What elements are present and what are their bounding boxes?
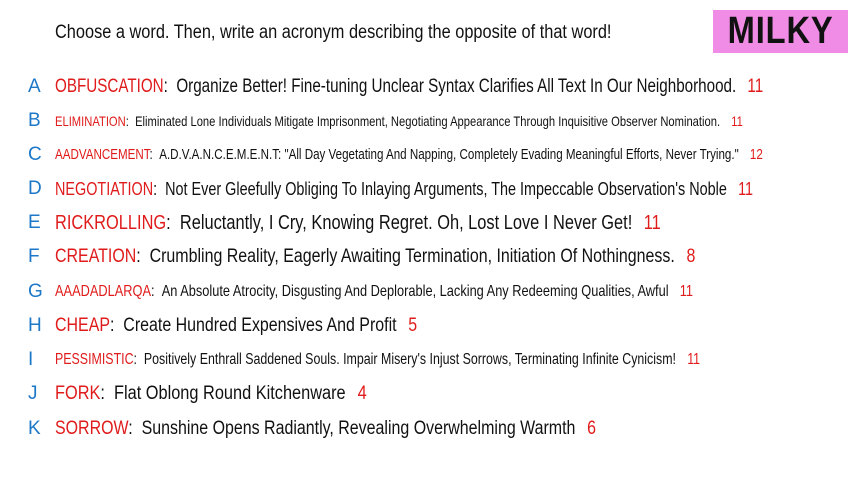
letter-count: 4 (357, 383, 367, 404)
acronym-row: B ELIMINATION: Eliminated Lone Individual… (0, 106, 853, 136)
row-line: AADVANCEMENT: A.D.V.A.N.C.E.M.E.N.T: "Al… (55, 140, 763, 170)
row-letter: C (28, 144, 42, 165)
source-word: OBFUSCATION (55, 76, 164, 97)
letter-count: 5 (408, 315, 418, 336)
letter-count: 11 (687, 351, 701, 368)
source-word: AAADADLARQA (55, 283, 152, 300)
letter-count: 11 (731, 113, 743, 129)
source-word: SORROW (55, 418, 129, 439)
row-letter: E (28, 212, 41, 233)
acronym-text: Not Ever Gleefully Obliging To Inlaying … (165, 179, 727, 199)
letter-count: 6 (587, 418, 597, 439)
letter-count: 8 (686, 246, 696, 267)
acronym-row: F CREATION: Crumbling Reality, Eagerly Aw… (0, 242, 853, 272)
acronym-row: D NEGOTIATION: Not Ever Gleefully Obligin… (0, 174, 853, 204)
acronym-row: G AAADADLARQA: An Absolute Atrocity, Disg… (0, 277, 853, 307)
separator-colon: : (133, 351, 144, 368)
row-letter: J (28, 383, 38, 404)
row-line: FORK: Flat Oblong Round Kitchenware 4 (55, 379, 367, 409)
separator-colon: : (136, 246, 150, 267)
separator-colon: : (125, 113, 136, 129)
row-letter: I (28, 349, 34, 370)
acronym-row: A OBFUSCATION: Organize Better! Fine-tuni… (0, 72, 853, 102)
source-word: FORK (55, 383, 101, 404)
instruction-text: Choose a word. Then, write an acronym de… (55, 22, 612, 43)
row-letter: H (28, 315, 42, 336)
row-line: SORROW: Sunshine Opens Radiantly, Reveal… (55, 414, 596, 444)
separator-colon: : (166, 212, 180, 234)
acronym-row: I PESSIMISTIC: Positively Enthrall Sadden… (0, 345, 853, 375)
source-word: ELIMINATION (55, 113, 126, 129)
acronym-text: Eliminated Lone Individuals Mitigate Imp… (135, 113, 721, 129)
source-word: CHEAP (55, 315, 110, 336)
acronym-row: C AADVANCEMENT: A.D.V.A.N.C.E.M.E.N.T: "A… (0, 140, 853, 170)
letter-count: 11 (747, 76, 764, 97)
row-letter: K (28, 418, 41, 439)
acronym-row: E RICKROLLING: Reluctantly, I Cry, Knowin… (0, 208, 853, 238)
acronym-row: J FORK: Flat Oblong Round Kitchenware 4 (0, 379, 853, 409)
separator-colon: : (100, 383, 115, 404)
row-line: RICKROLLING: Reluctantly, I Cry, Knowing… (55, 208, 661, 238)
letter-count: 11 (738, 179, 754, 199)
letter-count: 11 (679, 283, 694, 300)
acronym-text: Create Hundred Expensives And Profit (123, 315, 397, 336)
acronym-text: An Absolute Atrocity, Disgusting And Dep… (161, 283, 669, 300)
milky-badge: MILKY (713, 10, 848, 53)
row-letter: G (28, 281, 43, 302)
row-line: NEGOTIATION: Not Ever Gleefully Obliging… (55, 174, 753, 204)
separator-colon: : (151, 283, 162, 300)
row-line: OBFUSCATION: Organize Better! Fine-tunin… (55, 72, 763, 102)
acronym-text: Reluctantly, I Cry, Knowing Regret. Oh, … (179, 212, 633, 234)
source-word: AADVANCEMENT (55, 147, 150, 163)
separator-colon: : (128, 418, 142, 439)
acronym-text: Positively Enthrall Saddened Souls. Impa… (143, 351, 676, 368)
separator-colon: : (109, 315, 124, 336)
acronym-text: Crumbling Reality, Eagerly Awaiting Term… (149, 246, 675, 267)
source-word: CREATION (55, 246, 137, 267)
row-letter: F (28, 246, 40, 267)
source-word: PESSIMISTIC (55, 351, 134, 368)
row-line: AAADADLARQA: An Absolute Atrocity, Disgu… (55, 277, 693, 307)
separator-colon: : (153, 179, 166, 199)
letter-count: 11 (643, 212, 661, 234)
acronym-text: Flat Oblong Round Kitchenware (114, 383, 346, 404)
acronym-row: H CHEAP: Create Hundred Expensives And Pr… (0, 311, 853, 341)
row-letter: A (28, 76, 41, 97)
row-line: CHEAP: Create Hundred Expensives And Pro… (55, 311, 417, 341)
separator-colon: : (149, 147, 160, 163)
row-letter: D (28, 178, 42, 199)
acronym-text: Sunshine Opens Radiantly, Revealing Over… (141, 418, 576, 439)
acronym-text: A.D.V.A.N.C.E.M.E.N.T: "All Day Vegetati… (159, 147, 739, 163)
badge-label: MILKY (727, 10, 834, 52)
row-letter: B (28, 110, 41, 131)
row-line: PESSIMISTIC: Positively Enthrall Saddene… (55, 345, 700, 375)
source-word: RICKROLLING (55, 212, 167, 234)
source-word: NEGOTIATION (55, 179, 154, 199)
row-line: CREATION: Crumbling Reality, Eagerly Awa… (55, 242, 695, 272)
acronym-text: Organize Better! Fine-tuning Unclear Syn… (176, 76, 737, 97)
row-line: ELIMINATION: Eliminated Lone Individuals… (55, 106, 743, 136)
letter-count: 12 (749, 147, 763, 163)
acronym-row: K SORROW: Sunshine Opens Radiantly, Revea… (0, 414, 853, 444)
separator-colon: : (163, 76, 177, 97)
